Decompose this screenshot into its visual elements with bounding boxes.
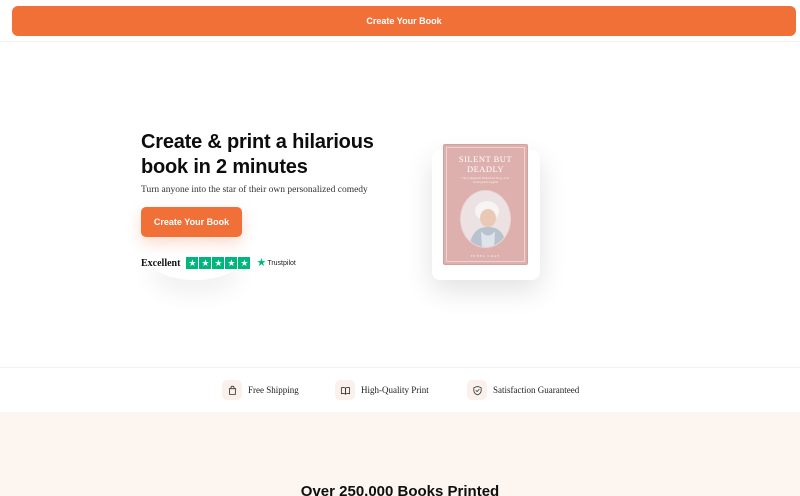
rating-stars: ★ ★ ★ ★ ★ (186, 257, 251, 269)
top-bar: Create Your Book (0, 0, 800, 42)
portrait-illustration (461, 191, 510, 247)
star-icon: ★ (212, 257, 225, 269)
feature-free-shipping: Free Shipping (222, 379, 299, 401)
book-cover-preview: Silent But Deadly The Completely Ridicul… (443, 144, 528, 265)
hero-subtitle: Turn anyone into the star of their own p… (141, 185, 368, 195)
feature-label: Free Shipping (248, 385, 299, 395)
feature-label: High-Quality Print (361, 385, 429, 395)
trustpilot-rating[interactable]: Excellent ★ ★ ★ ★ ★ ★ Trustpilot (141, 256, 296, 270)
book-tagline: The Completely Ridiculous Story of an Un… (461, 176, 510, 184)
hero-create-book-button[interactable]: Create Your Book (141, 207, 242, 237)
shopping-bag-icon (222, 380, 242, 400)
rating-label: Excellent (141, 257, 181, 269)
open-book-icon (335, 380, 355, 400)
feature-label: Satisfaction Guaranteed (493, 385, 580, 395)
stats-section: Over 250,000 Books Printed (0, 412, 800, 496)
shield-check-icon (467, 380, 487, 400)
trustpilot-logo: ★ Trustpilot (256, 256, 296, 269)
hero-title: Create & print a hilarious book in 2 min… (141, 131, 374, 178)
top-create-book-button[interactable]: Create Your Book (12, 6, 796, 36)
book-title: Silent But Deadly (458, 154, 513, 174)
stats-title: Over 250,000 Books Printed (300, 483, 500, 496)
star-icon: ★ (238, 257, 251, 269)
book-author: Ethel Gray (470, 254, 501, 258)
features-bar: Free Shipping High-Quality Print Satisfa… (0, 367, 800, 412)
feature-high-quality-print: High-Quality Print (335, 379, 429, 401)
trustpilot-star-icon: ★ (256, 256, 267, 269)
star-icon: ★ (186, 257, 199, 269)
star-icon: ★ (225, 257, 238, 269)
feature-satisfaction-guaranteed: Satisfaction Guaranteed (467, 379, 579, 401)
book-portrait-frame (460, 190, 511, 248)
star-icon: ★ (199, 257, 212, 269)
trustpilot-name: Trustpilot (267, 259, 296, 267)
